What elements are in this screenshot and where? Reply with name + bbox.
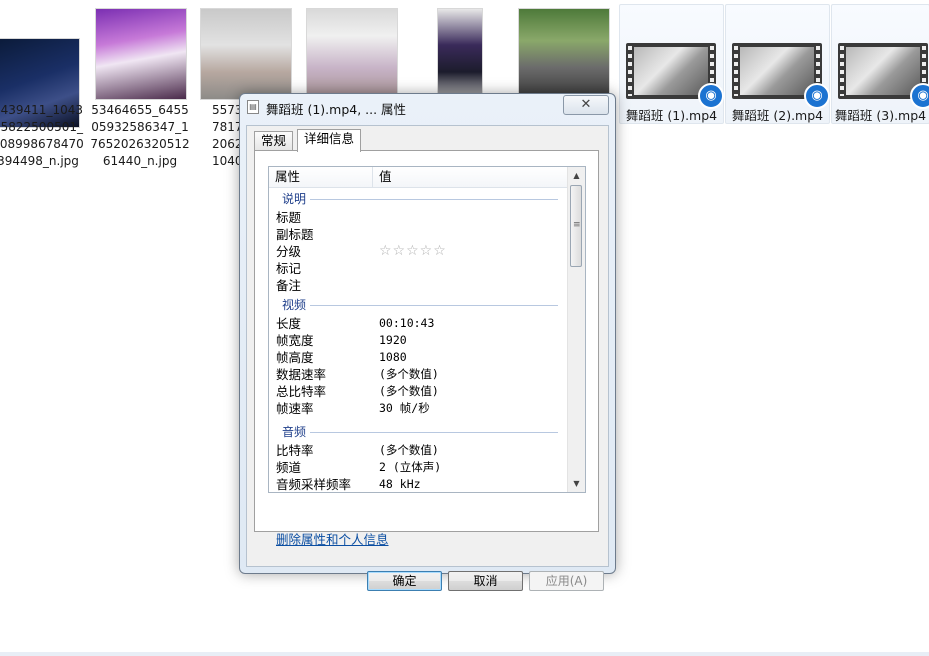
property-name: 副标题 [276,227,314,242]
property-name: 标记 [276,261,302,276]
property-value: 48 kHz [379,477,421,491]
photo-thumbnail[interactable] [200,8,292,100]
property-name: 标题 [276,210,302,225]
list-item[interactable]: 数据速率 (多个数值) [269,366,568,383]
properties-dialog: ▤ 舞蹈班 (1).mp4, ... 属性 ✕ 常规 详细信息 属性 值 说明 … [239,93,616,591]
photo-caption: 53464655_6455 05932586347_1 765202632051… [90,103,190,168]
section-label: 音频 [282,424,311,441]
dialog-title: 舞蹈班 (1).mp4, ... 属性 [266,102,407,117]
scroll-down-arrow-icon[interactable]: ▼ [568,475,585,492]
list-item[interactable]: 标题 [269,209,568,226]
remove-properties-link[interactable]: 删除属性和个人信息 [276,529,389,548]
tab-general[interactable]: 常规 [254,131,294,150]
list-item[interactable]: 长度 00:10:43 [269,315,568,332]
tab-details[interactable]: 详细信息 [297,129,362,152]
list-item[interactable]: 比特率 (多个数值) [269,442,568,459]
section-label: 说明 [282,191,311,208]
scroll-up-arrow-icon[interactable]: ▲ [568,167,585,184]
vertical-scrollbar[interactable]: ▲ ≡ ▼ [567,167,585,492]
section-video: 视频 [269,297,568,314]
list-item[interactable]: 帧宽度 1920 [269,332,568,349]
property-rows: 说明 标题 副标题 分级 ☆☆☆☆☆ 标记 备注 视频 长度 00:10:43 帧宽… [269,188,568,492]
section-description: 说明 [269,191,568,208]
property-list[interactable]: 属性 值 说明 标题 副标题 分级 ☆☆☆☆☆ 标记 备注 视频 长度 00:10:… [268,166,586,493]
property-name: 分级 [276,244,302,259]
video-file-tile[interactable]: ◉ 舞蹈班 (2).mp4 [725,4,830,124]
scrollbar-thumb[interactable]: ≡ [570,185,582,267]
property-name: 音频采样频率 [276,477,352,492]
column-header-value[interactable]: 值 [372,167,547,187]
list-item[interactable]: 帧高度 1080 [269,349,568,366]
close-button[interactable]: ✕ [563,95,609,115]
cancel-button[interactable]: 取消 [448,571,523,591]
property-value: 1080 [379,350,407,364]
list-item[interactable]: 音频采样频率 48 kHz [269,476,568,492]
list-item[interactable]: 备注 [269,277,568,294]
dialog-body: 常规 详细信息 属性 值 说明 标题 副标题 分级 ☆☆☆☆☆ 标记 备注 视频 … [246,125,609,591]
property-name: 频道 [276,460,302,475]
list-item[interactable]: 标记 [269,260,568,277]
section-label: 视频 [282,297,311,314]
property-value: 00:10:43 [379,316,435,330]
list-item[interactable]: 分级 ☆☆☆☆☆ [269,243,568,260]
property-name: 帧高度 [276,350,314,365]
property-name: 帧速率 [276,401,314,416]
status-strip [0,652,929,656]
file-icon: ▤ [247,100,259,114]
list-item[interactable]: 副标题 [269,226,568,243]
property-name: 总比特率 [276,384,327,399]
list-header: 属性 值 [269,167,568,188]
photo-thumbnail[interactable] [437,8,483,100]
rating-stars[interactable]: ☆☆☆☆☆ [379,243,447,260]
photo-thumbnail[interactable] [518,8,610,100]
list-item[interactable]: 帧速率 30 帧/秒 [269,400,568,417]
property-name: 数据速率 [276,367,327,382]
property-value: (多个数值) [379,367,439,381]
property-name: 帧宽度 [276,333,314,348]
property-name: 备注 [276,278,302,293]
video-file-tile[interactable]: ◉ 舞蹈班 (3).mp4 [831,4,929,124]
section-audio: 音频 [269,424,568,441]
property-value: 1920 [379,333,407,347]
photo-thumbnail[interactable] [306,8,398,100]
property-name: 比特率 [276,443,314,458]
video-file-tile[interactable]: ◉ 舞蹈班 (1).mp4 [619,4,724,124]
apply-button[interactable]: 应用(A) [529,571,604,591]
property-value: (多个数值) [379,384,439,398]
dialog-titlebar[interactable]: ▤ 舞蹈班 (1).mp4, ... 属性 ✕ [240,94,615,120]
column-header-property[interactable]: 属性 [269,167,372,187]
photo-caption: 3439411_1043 45822500501_ 308998678470 3… [0,103,84,168]
video-file-name: 舞蹈班 (3).mp4 [834,108,927,123]
property-value: (多个数值) [379,443,439,457]
video-file-name: 舞蹈班 (2).mp4 [731,108,824,123]
list-item[interactable]: 频道 2 (立体声) [269,459,568,476]
property-name: 长度 [276,316,302,331]
property-value: 2 (立体声) [379,460,442,474]
property-value: 30 帧/秒 [379,401,430,415]
list-item[interactable]: 总比特率 (多个数值) [269,383,568,400]
ok-button[interactable]: 确定 [367,571,442,591]
photo-thumbnail[interactable] [95,8,187,100]
details-panel: 属性 值 说明 标题 副标题 分级 ☆☆☆☆☆ 标记 备注 视频 长度 00:10:… [254,150,599,547]
video-file-name: 舞蹈班 (1).mp4 [625,108,718,123]
